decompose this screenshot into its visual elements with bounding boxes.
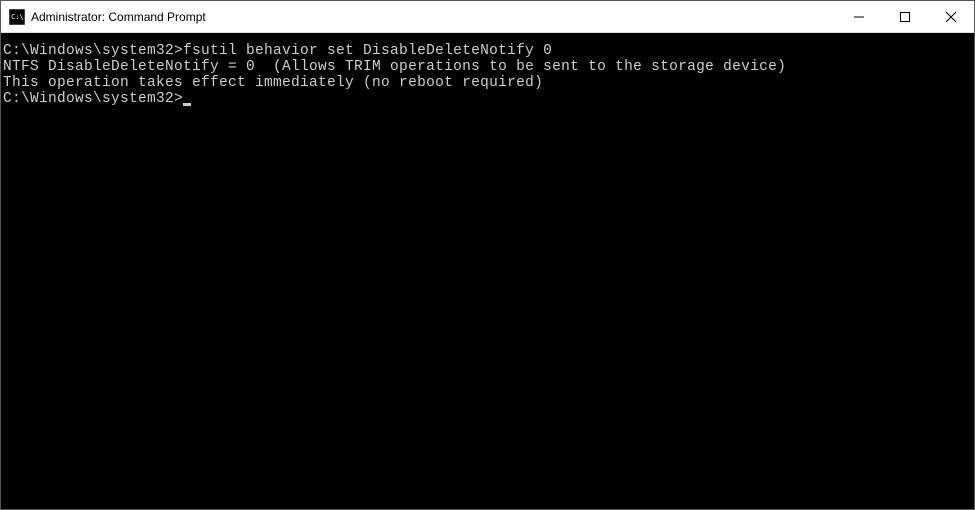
cursor [183, 103, 191, 106]
window-title: Administrator: Command Prompt [31, 10, 836, 24]
command-prompt-window: C:\ Administrator: Command Prompt [0, 0, 975, 510]
maximize-button[interactable] [882, 1, 928, 32]
close-button[interactable] [928, 1, 974, 32]
window-controls [836, 1, 974, 32]
cmd-icon: C:\ [9, 9, 25, 25]
minimize-button[interactable] [836, 1, 882, 32]
minimize-icon [854, 12, 864, 22]
terminal-line: This operation takes effect immediately … [3, 75, 972, 91]
terminal-line: C:\Windows\system32>fsutil behavior set … [3, 43, 972, 59]
maximize-icon [900, 12, 910, 22]
terminal-prompt: C:\Windows\system32> [3, 91, 183, 107]
terminal-line: NTFS DisableDeleteNotify = 0 (Allows TRI… [3, 59, 972, 75]
terminal-output[interactable]: C:\Windows\system32>fsutil behavior set … [1, 33, 974, 509]
close-icon [946, 12, 956, 22]
titlebar[interactable]: C:\ Administrator: Command Prompt [1, 1, 974, 33]
svg-text:C:\: C:\ [11, 13, 24, 21]
